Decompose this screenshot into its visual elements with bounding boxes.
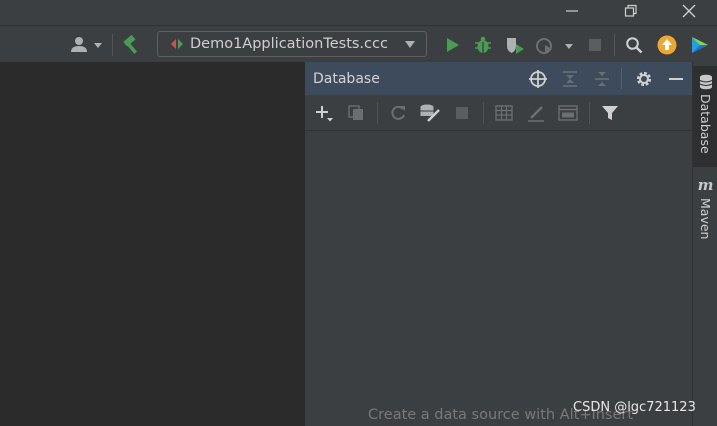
locate-icon[interactable] — [524, 62, 552, 95]
update-icon[interactable] — [653, 26, 681, 63]
database-panel: Database Create a data source with Alt+I… — [304, 62, 693, 426]
tab-maven-label: Maven — [698, 198, 713, 240]
database-icon — [699, 74, 713, 90]
database-panel-header: Database — [305, 62, 693, 95]
tab-maven[interactable]: m Maven — [693, 174, 717, 254]
run-configuration-selector[interactable]: Demo1ApplicationTests.ccc — [157, 31, 427, 57]
title-bar — [0, 0, 717, 25]
toolbox-icon[interactable] — [686, 26, 714, 63]
stop-query-icon[interactable] — [447, 95, 477, 131]
coverage-icon[interactable] — [500, 26, 530, 63]
profile-icon[interactable] — [532, 26, 576, 63]
filter-icon[interactable] — [595, 95, 625, 131]
database-toolbar — [305, 95, 693, 131]
minimize-icon[interactable] — [552, 0, 592, 22]
editor-area — [0, 62, 304, 426]
duplicate-icon[interactable] — [341, 95, 371, 131]
hide-panel-icon[interactable] — [662, 62, 690, 95]
right-tool-strip: Database m Maven — [692, 62, 717, 426]
maven-icon: m — [697, 176, 714, 194]
main-toolbar: Demo1ApplicationTests.ccc — [0, 25, 717, 62]
config-type-icon — [170, 37, 184, 51]
table-editor-icon[interactable] — [489, 95, 519, 131]
debug-icon[interactable] — [469, 26, 497, 63]
build-hammer-icon[interactable] — [118, 26, 146, 63]
restore-icon[interactable] — [611, 0, 651, 22]
run-configuration-label: Demo1ApplicationTests.ccc — [190, 36, 388, 52]
tab-database-label: Database — [698, 94, 713, 154]
collapse-all-icon[interactable] — [588, 62, 616, 95]
expand-all-icon[interactable] — [556, 62, 584, 95]
data-source-properties-icon[interactable] — [415, 95, 445, 131]
search-icon[interactable] — [620, 26, 648, 63]
edit-pencil-icon[interactable] — [521, 95, 551, 131]
query-console-icon[interactable] — [553, 95, 583, 131]
stop-icon[interactable] — [582, 26, 608, 63]
gear-icon[interactable] — [630, 62, 658, 95]
database-panel-title: Database — [313, 70, 380, 87]
user-icon[interactable] — [64, 26, 106, 63]
close-icon[interactable] — [669, 0, 709, 22]
add-icon[interactable] — [309, 95, 339, 131]
tab-database[interactable]: Database — [693, 66, 717, 167]
chevron-down-icon — [404, 40, 416, 49]
watermark: CSDN @lgc721123 — [573, 400, 696, 415]
refresh-icon[interactable] — [383, 95, 413, 131]
run-icon[interactable] — [438, 26, 466, 63]
